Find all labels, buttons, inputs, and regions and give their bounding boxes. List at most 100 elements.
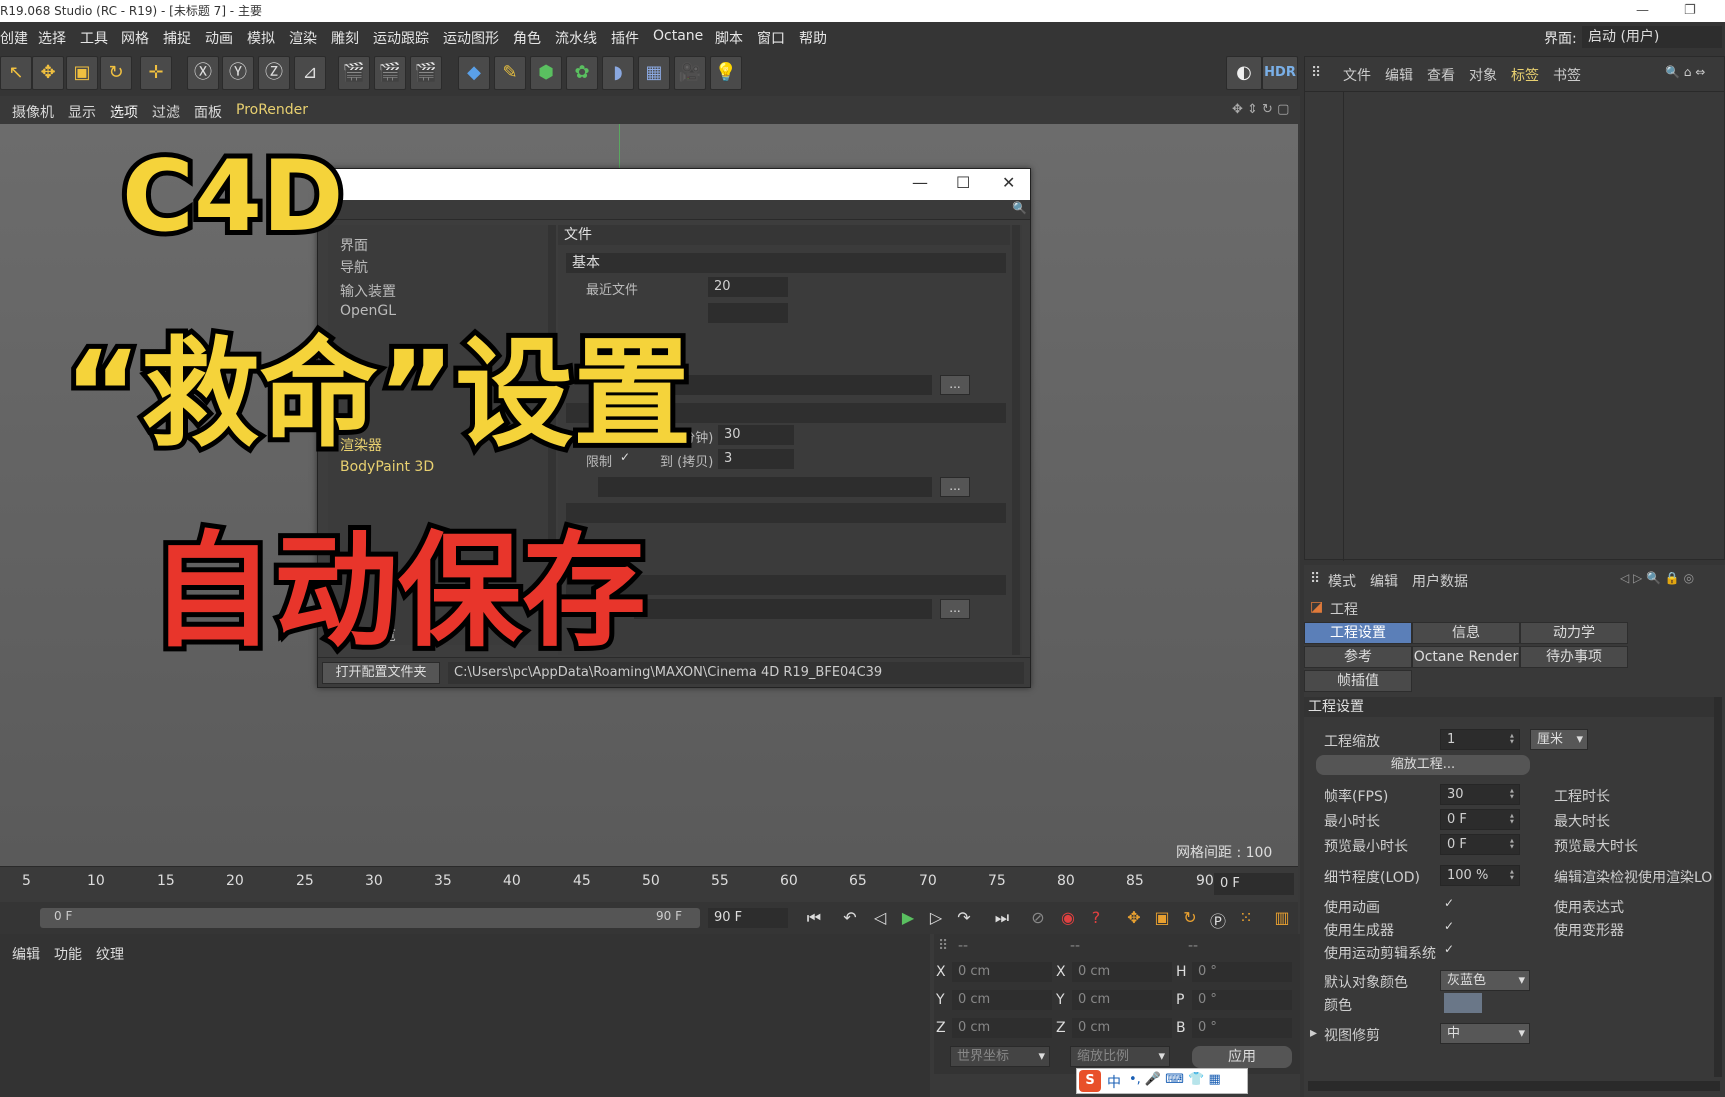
path-field-2[interactable] xyxy=(598,477,932,497)
floor-environment-icon[interactable]: ▦ xyxy=(638,56,670,90)
menu-mograph[interactable]: 运动图形 xyxy=(443,28,499,48)
menu-help[interactable]: 帮助 xyxy=(799,28,827,48)
viewport-menu-filter[interactable]: 过滤 xyxy=(152,102,180,122)
live-select-icon[interactable]: ↖ xyxy=(0,56,32,90)
menu-select[interactable]: 选择 xyxy=(38,28,66,48)
menu-pipeline[interactable]: 流水线 xyxy=(555,28,597,48)
tab-project-settings[interactable]: 工程设置 xyxy=(1304,622,1412,644)
record-keys-icon[interactable]: ⊘ xyxy=(1026,908,1050,928)
interface-layout-dropdown[interactable]: 启动 (用户) xyxy=(1582,26,1722,48)
attr-menu-edit[interactable]: 编辑 xyxy=(1370,571,1398,591)
deformer-icon[interactable]: ◗ xyxy=(602,56,634,90)
tab-todo[interactable]: 待办事项 xyxy=(1520,646,1628,668)
rot-b-field[interactable]: 0 ° xyxy=(1192,1018,1292,1038)
menu-character[interactable]: 角色 xyxy=(513,28,541,48)
cube-object-icon[interactable]: ◆ xyxy=(458,56,490,90)
viewport-menu-prorender[interactable]: ProRender xyxy=(236,102,308,118)
viewport-menu-camera[interactable]: 摄像机 xyxy=(12,102,54,122)
viewport-nav-icons[interactable]: ✥ ⇕ ↻ ▢ xyxy=(1232,102,1289,117)
objmgr-menu-bookmarks[interactable]: 书签 xyxy=(1553,65,1581,85)
tab-reference[interactable]: 参考 xyxy=(1304,646,1412,668)
path-field-3[interactable] xyxy=(634,599,932,619)
menu-motion-tracking[interactable]: 运动跟踪 xyxy=(373,28,429,48)
color-swatch[interactable] xyxy=(1444,993,1482,1013)
viewport-menu-display[interactable]: 显示 xyxy=(68,102,96,122)
preview-min-field[interactable]: 0 F xyxy=(1440,834,1520,855)
restore-icon[interactable]: ❐ xyxy=(1684,0,1696,22)
pos-z-field[interactable]: 0 cm xyxy=(952,1018,1052,1038)
go-to-start-icon[interactable]: ⏮ xyxy=(802,908,826,928)
search-icon[interactable]: 🔍 xyxy=(1012,201,1027,215)
objmgr-menu-object[interactable]: 对象 xyxy=(1469,65,1497,85)
view-clip-expand-icon[interactable]: ▸ xyxy=(1310,1025,1317,1041)
ime-tool-icons[interactable]: •, 🎤 ⌨ 👕 ▦ xyxy=(1129,1072,1221,1087)
play-icon[interactable]: ▶ xyxy=(896,908,920,928)
camera-icon[interactable]: 🎥 xyxy=(674,56,706,90)
next-frame-icon[interactable]: ▷ xyxy=(924,908,948,928)
scale-unit-dropdown[interactable]: 厘米 xyxy=(1530,729,1588,750)
render-settings-icon[interactable]: 🎬 xyxy=(410,56,442,90)
current-frame-field[interactable]: 0 F xyxy=(1214,873,1294,895)
menu-window[interactable]: 窗口 xyxy=(757,28,785,48)
tab-interpolation[interactable]: 帧插值 xyxy=(1304,670,1412,692)
z-axis-lock-icon[interactable]: Ⓩ xyxy=(258,56,290,90)
tab-info[interactable]: 信息 xyxy=(1412,622,1520,644)
objmgr-menu-edit[interactable]: 编辑 xyxy=(1385,65,1413,85)
lod-field[interactable]: 100 % xyxy=(1440,865,1520,886)
render-picture-viewer-icon[interactable]: 🎬 xyxy=(374,56,406,90)
project-scale-field[interactable]: 1 xyxy=(1440,729,1520,750)
sogou-icon[interactable]: S xyxy=(1079,1070,1101,1092)
key-rotation-icon[interactable]: ↻ xyxy=(1178,908,1202,928)
content-scrollbar[interactable] xyxy=(1012,225,1020,655)
category-interface[interactable]: 界面 xyxy=(340,235,368,255)
timeline-ruler[interactable]: 5 10 15 20 25 30 35 40 45 50 55 60 65 70… xyxy=(0,866,1298,902)
objmgr-tool-icons[interactable]: 🔍 ⌂ ⇔ xyxy=(1665,65,1705,79)
browse-button-2[interactable]: ... xyxy=(940,477,970,497)
fps-field[interactable]: 30 xyxy=(1440,784,1520,805)
previous-key-icon[interactable]: ↶ xyxy=(838,908,862,928)
rot-h-field[interactable]: 0 ° xyxy=(1192,962,1292,982)
use-animation-checkbox[interactable]: ✓ xyxy=(1444,897,1456,909)
sky-icon[interactable]: ◐ xyxy=(1226,56,1262,90)
attr-vertical-scrollbar[interactable] xyxy=(1714,697,1722,1077)
use-generators-checkbox[interactable]: ✓ xyxy=(1444,920,1456,932)
end-frame-field[interactable]: 90 F xyxy=(708,908,788,928)
y-axis-lock-icon[interactable]: Ⓨ xyxy=(222,56,254,90)
move-tool-icon[interactable]: ✥ xyxy=(32,56,64,90)
use-motion-system-checkbox[interactable]: ✓ xyxy=(1444,943,1456,955)
objmgr-menu-file[interactable]: 文件 xyxy=(1343,65,1371,85)
viewport-menu-panel[interactable]: 面板 xyxy=(194,102,222,122)
scale-tool-icon[interactable]: ▣ xyxy=(66,56,98,90)
min-time-field[interactable]: 0 F xyxy=(1440,809,1520,830)
menu-octane[interactable]: Octane xyxy=(653,28,703,44)
dialog-close-icon[interactable]: ✕ xyxy=(1002,173,1015,192)
add-tool-icon[interactable]: ✛ xyxy=(140,56,172,90)
menu-create[interactable]: 创建 xyxy=(0,28,28,48)
menu-animate[interactable]: 动画 xyxy=(205,28,233,48)
hdr-icon[interactable]: HDR xyxy=(1262,56,1298,90)
subdivision-icon[interactable]: ⬢ xyxy=(530,56,562,90)
attr-horizontal-scrollbar[interactable] xyxy=(1308,1081,1720,1091)
timeline-window-icon[interactable]: ▥ xyxy=(1270,908,1294,928)
material-menu-function[interactable]: 功能 xyxy=(54,944,82,964)
key-scale-icon[interactable]: ▣ xyxy=(1150,908,1174,928)
default-color-dropdown[interactable]: 灰蓝色 xyxy=(1440,970,1530,991)
every-minutes-field[interactable]: 30 xyxy=(718,425,794,445)
scale-project-button[interactable]: 缩放工程... xyxy=(1316,755,1530,775)
dialog-minimize-icon[interactable]: — xyxy=(912,173,928,192)
previous-frame-icon[interactable]: ◁ xyxy=(868,908,892,928)
viewport-menu-options[interactable]: 选项 xyxy=(110,102,138,122)
objmgr-menu-tags[interactable]: 标签 xyxy=(1511,65,1539,85)
browse-button-3[interactable]: ... xyxy=(940,599,970,619)
frame-range-slider[interactable]: 0 F 90 F xyxy=(40,908,700,928)
menu-plugins[interactable]: 插件 xyxy=(611,28,639,48)
keyframe-selection-icon[interactable]: ? xyxy=(1084,908,1108,928)
material-menu-texture[interactable]: 纹理 xyxy=(96,944,124,964)
key-position-icon[interactable]: ✥ xyxy=(1122,908,1146,928)
tab-dynamics[interactable]: 动力学 xyxy=(1520,622,1628,644)
coordinate-system-icon[interactable]: ⊿ xyxy=(294,56,326,90)
tab-octane-render[interactable]: Octane Render xyxy=(1412,646,1520,668)
size-x-field[interactable]: 0 cm xyxy=(1072,962,1172,982)
world-coordinates-dropdown[interactable]: 世界坐标 xyxy=(950,1046,1050,1067)
render-view-icon[interactable]: 🎬 xyxy=(338,56,370,90)
